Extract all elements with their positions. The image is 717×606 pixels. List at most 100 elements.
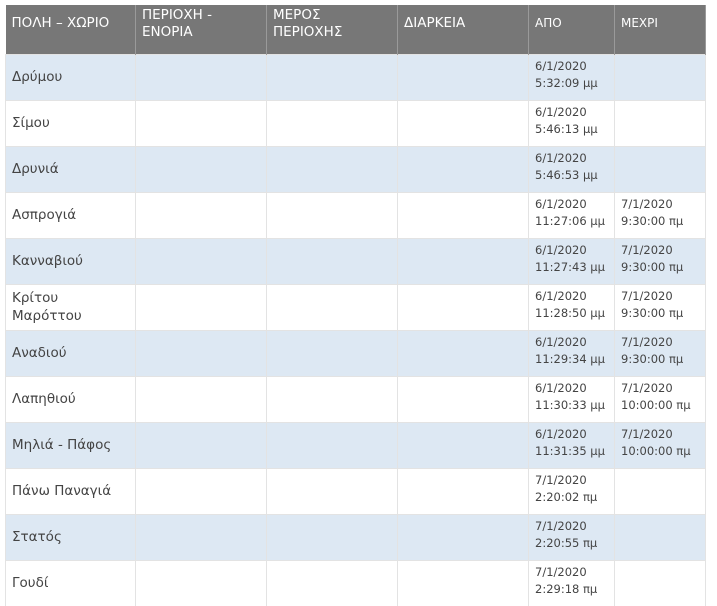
to-cell: 7/1/2020 10:00:00 πμ: [614, 375, 706, 423]
to-time: 9:30:00 πμ: [621, 213, 684, 228]
duration-cell: [397, 467, 529, 515]
place-cell: Σίμου: [5, 99, 136, 147]
from-date: 6/1/2020: [535, 380, 587, 395]
duration-cell: [397, 237, 529, 285]
from-date: 6/1/2020: [535, 288, 587, 303]
to-cell: [614, 99, 706, 147]
region-cell: [135, 191, 267, 239]
to-cell: [614, 513, 706, 561]
from-cell: 6/1/2020 11:27:43 μμ: [528, 237, 615, 285]
part-cell: [266, 513, 398, 561]
table-row: Ασπρογιά 6/1/2020 11:27:06 μμ 7/1/2020 9:30:…: [5, 191, 706, 239]
from-cell: 7/1/2020 2:20:02 πμ: [528, 467, 615, 515]
from-cell: 7/1/2020 2:29:18 πμ: [528, 559, 615, 606]
place-cell: Λαπηθιού: [5, 375, 136, 423]
duration-cell: [397, 99, 529, 147]
table-row: Σίμου 6/1/2020 5:46:13 μμ: [5, 99, 706, 147]
place-cell: Γουδί: [5, 559, 136, 606]
to-cell: 7/1/2020 10:00:00 πμ: [614, 421, 706, 469]
to-cell: 7/1/2020 9:30:00 πμ: [614, 329, 706, 377]
from-cell: 7/1/2020 2:20:55 πμ: [528, 513, 615, 561]
duration-cell: [397, 421, 529, 469]
to-time: 9:30:00 πμ: [621, 351, 684, 366]
header-place: ΠΟΛΗ – ΧΩΡΙΟ: [5, 5, 136, 54]
to-cell: [614, 145, 706, 193]
region-cell: [135, 145, 267, 193]
outage-table-view: ΠΟΛΗ – ΧΩΡΙΟ ΠΕΡΙΟΧΗ - ΕΝΟΡΙΑ ΜΕΡΟΣ ΠΕΡΙ…: [0, 0, 717, 606]
from-date: 6/1/2020: [535, 242, 587, 257]
place-cell: Μηλιά - Πάφος: [5, 421, 136, 469]
from-cell: 6/1/2020 11:27:06 μμ: [528, 191, 615, 239]
duration-cell: [397, 283, 529, 331]
from-time: 2:29:18 πμ: [535, 581, 598, 596]
place-cell: Κανναβιού: [5, 237, 136, 285]
to-date: 7/1/2020: [621, 288, 673, 303]
region-cell: [135, 99, 267, 147]
from-time: 11:29:34 μμ: [535, 351, 605, 366]
from-time: 11:27:06 μμ: [535, 213, 605, 228]
part-cell: [266, 99, 398, 147]
from-date: 7/1/2020: [535, 518, 587, 533]
table-row: Αναδιού 6/1/2020 11:29:34 μμ 7/1/2020 9:30:0…: [5, 329, 706, 377]
table-row: Δρύμου 6/1/2020 5:32:09 μμ: [5, 53, 706, 101]
from-date: 6/1/2020: [535, 58, 587, 73]
to-time: 9:30:00 πμ: [621, 305, 684, 320]
to-date: 7/1/2020: [621, 334, 673, 349]
region-cell: [135, 467, 267, 515]
region-cell: [135, 375, 267, 423]
from-cell: 6/1/2020 5:32:09 μμ: [528, 53, 615, 101]
to-date: 7/1/2020: [621, 380, 673, 395]
to-cell: 7/1/2020 9:30:00 πμ: [614, 191, 706, 239]
from-cell: 6/1/2020 11:28:50 μμ: [528, 283, 615, 331]
from-cell: 6/1/2020 5:46:53 μμ: [528, 145, 615, 193]
to-cell: 7/1/2020 9:30:00 πμ: [614, 283, 706, 331]
duration-cell: [397, 53, 529, 101]
table-row: Πάνω Παναγιά 7/1/2020 2:20:02 πμ: [5, 467, 706, 515]
from-time: 5:46:13 μμ: [535, 121, 598, 136]
from-time: 2:20:02 πμ: [535, 489, 598, 504]
part-cell: [266, 53, 398, 101]
from-time: 5:32:09 μμ: [535, 75, 598, 90]
from-time: 11:28:50 μμ: [535, 305, 605, 320]
table-header-row: ΠΟΛΗ – ΧΩΡΙΟ ΠΕΡΙΟΧΗ - ΕΝΟΡΙΑ ΜΕΡΟΣ ΠΕΡΙ…: [5, 5, 706, 54]
header-duration: ΔΙΑΡΚΕΙΑ: [397, 5, 529, 54]
duration-cell: [397, 513, 529, 561]
to-cell: [614, 467, 706, 515]
from-cell: 6/1/2020 11:29:34 μμ: [528, 329, 615, 377]
table-row: Στατός 7/1/2020 2:20:55 πμ: [5, 513, 706, 561]
from-date: 6/1/2020: [535, 196, 587, 211]
part-cell: [266, 145, 398, 193]
region-cell: [135, 513, 267, 561]
part-cell: [266, 237, 398, 285]
to-date: 7/1/2020: [621, 196, 673, 211]
place-cell: Κρίτου Μαρόττου: [5, 283, 136, 331]
table-row: Δρυνιά 6/1/2020 5:46:53 μμ: [5, 145, 706, 193]
from-time: 11:31:35 μμ: [535, 443, 605, 458]
header-part: ΜΕΡΟΣ ΠΕΡΙΟΧΗΣ: [266, 5, 398, 54]
from-time: 11:30:33 μμ: [535, 397, 605, 412]
outage-table: ΠΟΛΗ – ΧΩΡΙΟ ΠΕΡΙΟΧΗ - ΕΝΟΡΙΑ ΜΕΡΟΣ ΠΕΡΙ…: [5, 5, 706, 606]
from-time: 5:46:53 μμ: [535, 167, 598, 182]
place-cell: Δρύμου: [5, 53, 136, 101]
to-time: 9:30:00 πμ: [621, 259, 684, 274]
to-cell: [614, 53, 706, 101]
table-body: Δρύμου 6/1/2020 5:32:09 μμ Σίμου 6/1/2020 5:4…: [5, 53, 706, 606]
from-date: 6/1/2020: [535, 104, 587, 119]
from-date: 6/1/2020: [535, 150, 587, 165]
part-cell: [266, 467, 398, 515]
part-cell: [266, 421, 398, 469]
region-cell: [135, 421, 267, 469]
place-cell: Δρυνιά: [5, 145, 136, 193]
from-cell: 6/1/2020 5:46:13 μμ: [528, 99, 615, 147]
header-region: ΠΕΡΙΟΧΗ - ΕΝΟΡΙΑ: [135, 5, 267, 54]
to-date: 7/1/2020: [621, 242, 673, 257]
duration-cell: [397, 375, 529, 423]
to-cell: 7/1/2020 9:30:00 πμ: [614, 237, 706, 285]
table-row: Γουδί 7/1/2020 2:29:18 πμ: [5, 559, 706, 606]
part-cell: [266, 375, 398, 423]
from-cell: 6/1/2020 11:31:35 μμ: [528, 421, 615, 469]
place-cell: Πάνω Παναγιά: [5, 467, 136, 515]
to-time: 10:00:00 πμ: [621, 443, 691, 458]
from-date: 6/1/2020: [535, 334, 587, 349]
region-cell: [135, 329, 267, 377]
